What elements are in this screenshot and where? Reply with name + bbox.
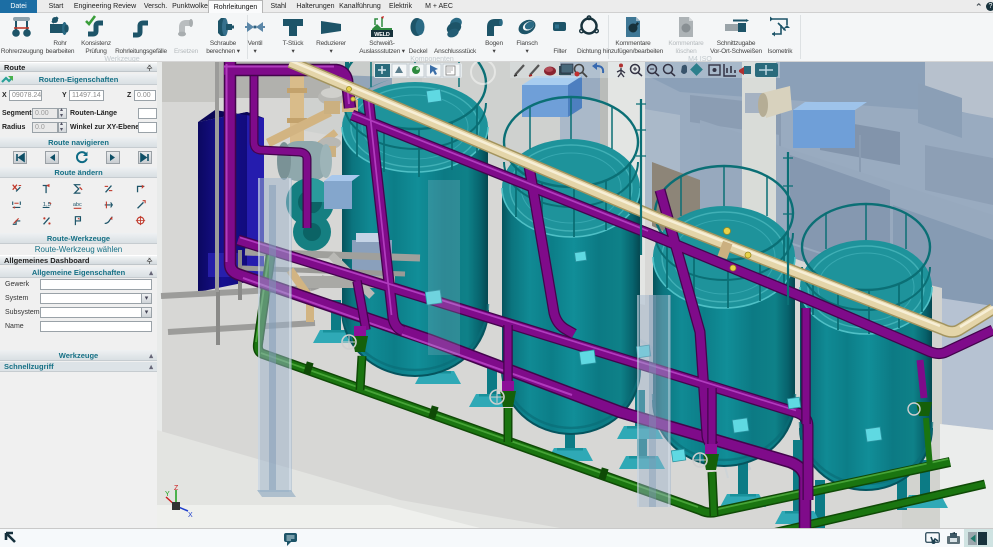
svg-text:X: X xyxy=(188,512,193,519)
svg-text:abc: abc xyxy=(73,202,82,208)
svg-text:Y: Y xyxy=(165,491,170,498)
svg-text:Z: Z xyxy=(174,485,179,492)
svg-text:WELD: WELD xyxy=(374,32,390,38)
